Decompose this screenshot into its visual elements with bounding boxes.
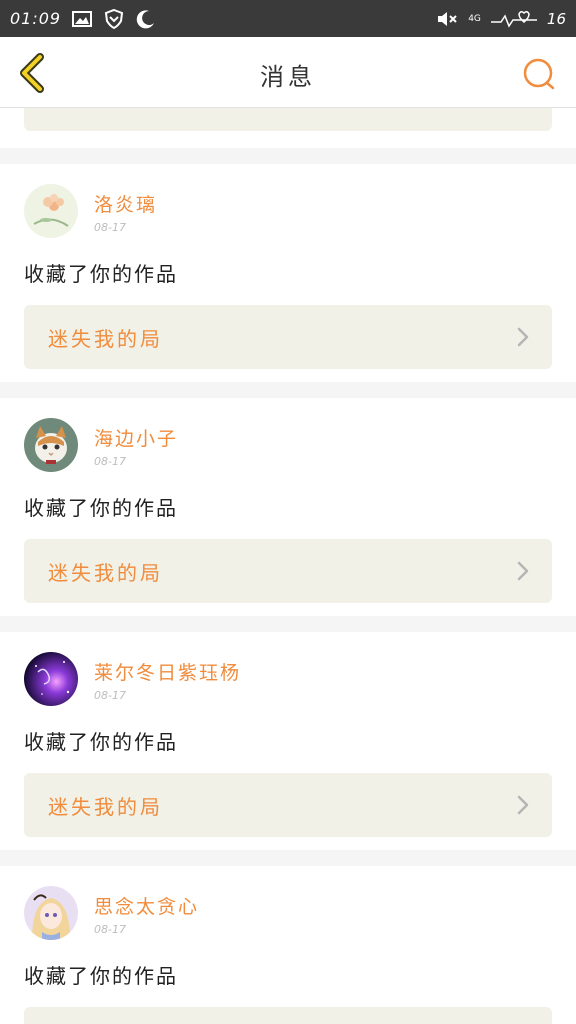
status-time: 01:09 (10, 9, 62, 28)
work-link[interactable]: 迷失我的局 (24, 773, 552, 837)
moon-icon (135, 8, 157, 30)
action-text: 收藏了你的作品 (24, 730, 178, 754)
username[interactable]: 洛炎璃 (94, 190, 157, 217)
message-date: 08-17 (94, 455, 126, 468)
message-date: 08-17 (94, 221, 126, 234)
message-card: 莱尔冬日紫珏杨 08-17 收藏了你的作品 迷失我的局 (0, 632, 576, 850)
partial-work-link[interactable] (24, 108, 552, 131)
work-link[interactable] (24, 1007, 552, 1024)
header-bar: 消息 (0, 37, 576, 108)
username[interactable]: 莱尔冬日紫珏杨 (94, 658, 241, 685)
search-button[interactable] (520, 55, 558, 93)
username[interactable]: 思念太贪心 (94, 892, 199, 919)
action-text: 收藏了你的作品 (24, 496, 178, 520)
battery-level: 16 (546, 9, 566, 28)
message-card: 洛炎璃 08-17 收藏了你的作品 迷失我的局 (0, 164, 576, 382)
username[interactable]: 海边小子 (94, 424, 178, 451)
work-link[interactable]: 迷失我的局 (24, 305, 552, 369)
status-right: 4G 16 (436, 8, 566, 30)
message-date: 08-17 (94, 923, 126, 936)
user-meta: 思念太贪心 08-17 (94, 886, 199, 936)
chevron-right-icon (516, 327, 530, 347)
user-meta: 莱尔冬日紫珏杨 08-17 (94, 652, 241, 702)
user-meta: 洛炎璃 08-17 (94, 184, 157, 234)
status-left: 01:09 (10, 8, 157, 30)
message-card: 海边小子 08-17 收藏了你的作品 迷失我的局 (0, 398, 576, 616)
user-row: 莱尔冬日紫珏杨 08-17 (24, 652, 552, 708)
user-row: 思念太贪心 08-17 (24, 886, 552, 942)
message-list[interactable]: 洛炎璃 08-17 收藏了你的作品 迷失我的局 海边小子 08-17 收藏了你的… (0, 108, 576, 1024)
mute-icon (436, 8, 458, 30)
galaxy-avatar[interactable] (24, 652, 78, 706)
anime-girl-avatar[interactable] (24, 886, 78, 940)
work-title: 迷失我的局 (48, 326, 163, 351)
action-text: 收藏了你的作品 (24, 262, 178, 286)
action-text: 收藏了你的作品 (24, 964, 178, 988)
work-title: 迷失我的局 (48, 794, 163, 819)
cat-avatar[interactable] (24, 418, 78, 472)
chevron-right-icon (516, 795, 530, 815)
message-card: 思念太贪心 08-17 收藏了你的作品 (0, 866, 576, 1024)
chevron-right-icon (516, 561, 530, 581)
partial-message-card (0, 108, 576, 148)
search-icon (523, 58, 555, 90)
flower-avatar[interactable] (24, 184, 78, 238)
user-meta: 海边小子 08-17 (94, 418, 178, 468)
heart-wave-icon (490, 8, 537, 30)
image-icon (71, 8, 93, 30)
user-row: 洛炎璃 08-17 (24, 184, 552, 240)
network-label: 4G (468, 13, 481, 24)
status-bar: 01:09 4G 16 (0, 0, 576, 37)
work-title: 迷失我的局 (48, 560, 163, 585)
message-date: 08-17 (94, 689, 126, 702)
page-title: 消息 (260, 63, 316, 91)
shield-icon (103, 8, 125, 30)
user-row: 海边小子 08-17 (24, 418, 552, 474)
work-link[interactable]: 迷失我的局 (24, 539, 552, 603)
